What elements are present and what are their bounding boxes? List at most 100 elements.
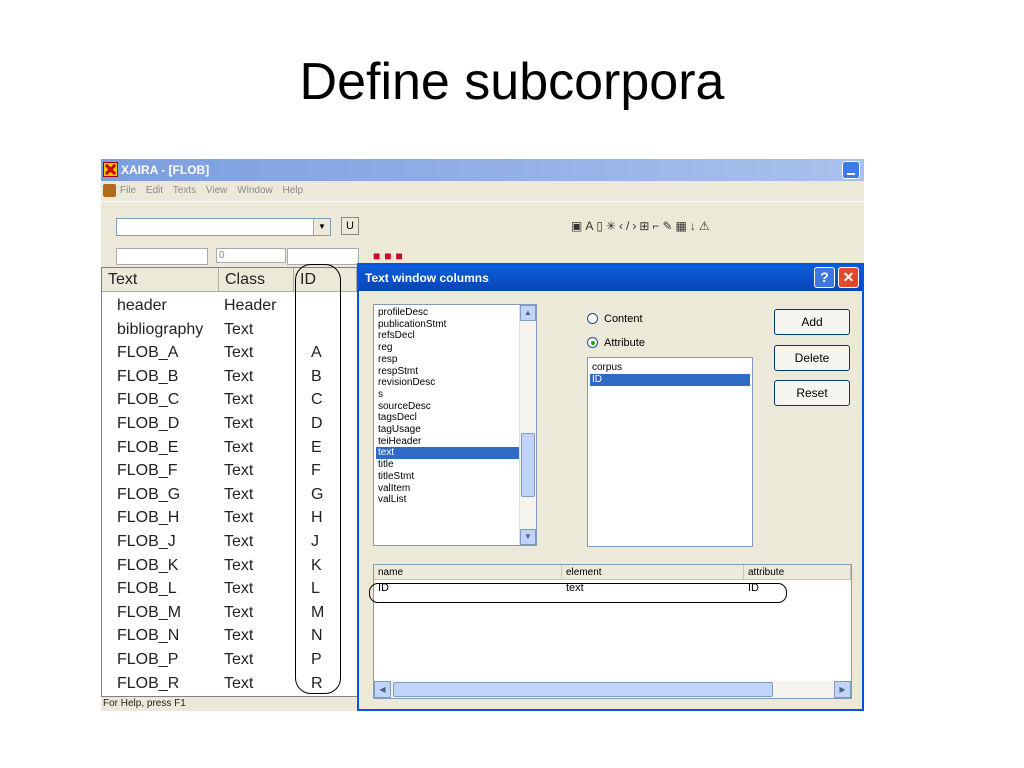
menu-texts[interactable]: Texts	[173, 185, 196, 196]
list-item-class: Text	[224, 367, 254, 385]
asterisk-icon[interactable]: ✳	[606, 219, 619, 233]
dialog-title-bar: Text window columns ? ✕	[359, 265, 862, 291]
list-item-class: Text	[224, 320, 254, 338]
element-item[interactable]: valItem	[376, 483, 521, 495]
attribute-list[interactable]: corpus ID	[587, 357, 753, 547]
scroll-down-icon[interactable]: ▼	[520, 529, 536, 545]
dict-icon[interactable]: ⌐	[652, 219, 662, 233]
list-item-text: header	[117, 297, 167, 314]
element-item[interactable]: teiHeader	[376, 436, 521, 448]
element-item[interactable]: s	[376, 389, 521, 401]
list-item-class: Text	[224, 651, 254, 668]
list-item-class: Text	[224, 485, 254, 503]
sort-icon[interactable]: ↓	[690, 219, 699, 233]
document-menu-icon[interactable]	[103, 184, 116, 197]
element-item[interactable]: profileDesc	[376, 307, 521, 319]
menu-file[interactable]: File	[120, 185, 136, 196]
u-button[interactable]: U	[341, 217, 359, 235]
main-toolbar: ▼ U ▣A▯✳‹/›⊞⌐✎▦↓⚠	[101, 201, 864, 244]
element-item[interactable]: refsDecl	[376, 330, 521, 342]
app-window: XAIRA - [FLOB] File Edit Texts View Wind…	[101, 159, 864, 711]
element-item[interactable]: tagsDecl	[376, 412, 521, 424]
toolbar-field-1[interactable]	[116, 248, 208, 265]
help-button[interactable]: ?	[814, 267, 835, 288]
table-header-element[interactable]: element	[562, 565, 744, 580]
content-radio[interactable]: Content	[587, 312, 707, 326]
scroll-thumb[interactable]	[521, 433, 535, 497]
element-item[interactable]: resp	[376, 354, 521, 366]
column-header-class[interactable]: Class	[219, 268, 294, 292]
attribute-radio[interactable]: Attribute	[587, 336, 707, 350]
table-header-attribute[interactable]: attribute	[744, 565, 851, 580]
element-list-scrollbar[interactable]: ▲ ▼	[519, 305, 536, 545]
list-item-text: FLOB_H	[117, 509, 180, 527]
app-title: XAIRA - [FLOB]	[121, 163, 210, 177]
query-combo[interactable]: ▼	[116, 218, 331, 236]
scroll-up-icon[interactable]: ▲	[520, 305, 536, 321]
element-item[interactable]: titleStmt	[376, 471, 521, 483]
list-item-class: Text	[224, 627, 254, 645]
element-item[interactable]: reg	[376, 342, 521, 354]
book-icon[interactable]: ■	[384, 249, 395, 263]
list-item-text: FLOB_L	[117, 580, 177, 598]
delete-button[interactable]: Delete	[774, 345, 850, 371]
app-title-bar: XAIRA - [FLOB]	[101, 159, 864, 181]
element-list[interactable]: profileDesc publicationStmt refsDecl reg res…	[373, 304, 537, 546]
table-scroll-thumb[interactable]	[393, 682, 773, 697]
element-item[interactable]: publicationStmt	[376, 319, 521, 331]
radio-selected-icon[interactable]	[587, 337, 598, 348]
column-header-text[interactable]: Text	[102, 268, 219, 292]
list-item-text: FLOB_A	[117, 344, 179, 362]
table-icon[interactable]: ▦	[676, 219, 690, 233]
radio-icon[interactable]	[587, 313, 598, 324]
xml-icon[interactable]: ‹/›	[619, 219, 639, 233]
tree-icon[interactable]: ⊞	[639, 219, 652, 233]
element-item[interactable]: text	[376, 447, 521, 460]
menu-edit[interactable]: Edit	[146, 185, 163, 196]
list-item-text: FLOB_D	[117, 415, 180, 432]
menu-view[interactable]: View	[206, 185, 228, 196]
scroll-right-icon[interactable]: ▶	[834, 681, 851, 698]
attribute-item[interactable]: ID	[590, 374, 750, 386]
element-item[interactable]: valList	[376, 494, 521, 506]
font-icon[interactable]: A	[585, 219, 596, 233]
toolbar-field-2[interactable]: 0	[216, 248, 286, 263]
list-item-text: FLOB_P	[117, 651, 179, 668]
element-item[interactable]: sourceDesc	[376, 401, 521, 413]
minimize-button[interactable]	[842, 161, 860, 179]
table-header-name[interactable]: name	[374, 565, 562, 580]
menu-window[interactable]: Window	[237, 185, 273, 196]
warning-icon[interactable]: ⚠	[699, 219, 713, 233]
list-item-text: FLOB_N	[117, 627, 180, 645]
scroll-left-icon[interactable]: ◀	[374, 681, 391, 698]
reset-button[interactable]: Reset	[774, 380, 850, 406]
page-icon[interactable]: ▯	[596, 219, 606, 233]
list-item-class: Text	[224, 415, 254, 432]
table-row-highlight	[369, 583, 787, 603]
id-column-highlight	[295, 264, 341, 694]
table-scrollbar[interactable]: ◀ ▶	[374, 681, 851, 698]
list-item-text: FLOB_J	[117, 533, 176, 550]
list-item-class: Text	[224, 509, 254, 527]
attribute-radio-label: Attribute	[604, 337, 645, 349]
add-button[interactable]: Add	[774, 309, 850, 335]
list-item-class: Text	[224, 674, 254, 692]
list-item-text: FLOB_B	[117, 367, 179, 385]
doc-icon[interactable]: ■	[373, 249, 384, 263]
xaira-logo-icon	[103, 162, 118, 177]
window-icon[interactable]: ▣	[571, 219, 585, 233]
element-item[interactable]: revisionDesc	[376, 377, 521, 389]
menu-help[interactable]: Help	[283, 185, 304, 196]
attribute-item[interactable]: corpus	[590, 362, 750, 374]
close-button[interactable]: ✕	[838, 267, 859, 288]
edit-icon[interactable]: ✎	[662, 219, 675, 233]
element-item[interactable]: respStmt	[376, 366, 521, 378]
note-icon[interactable]: ■	[396, 249, 407, 263]
element-item[interactable]: tagUsage	[376, 424, 521, 436]
element-item[interactable]: title	[376, 459, 521, 471]
list-item-text: FLOB_E	[117, 438, 179, 456]
list-item-class: Text	[224, 462, 254, 480]
chevron-down-icon[interactable]: ▼	[313, 219, 330, 235]
toolbar-field-3[interactable]	[287, 248, 359, 265]
list-item-class: Header	[224, 297, 277, 314]
